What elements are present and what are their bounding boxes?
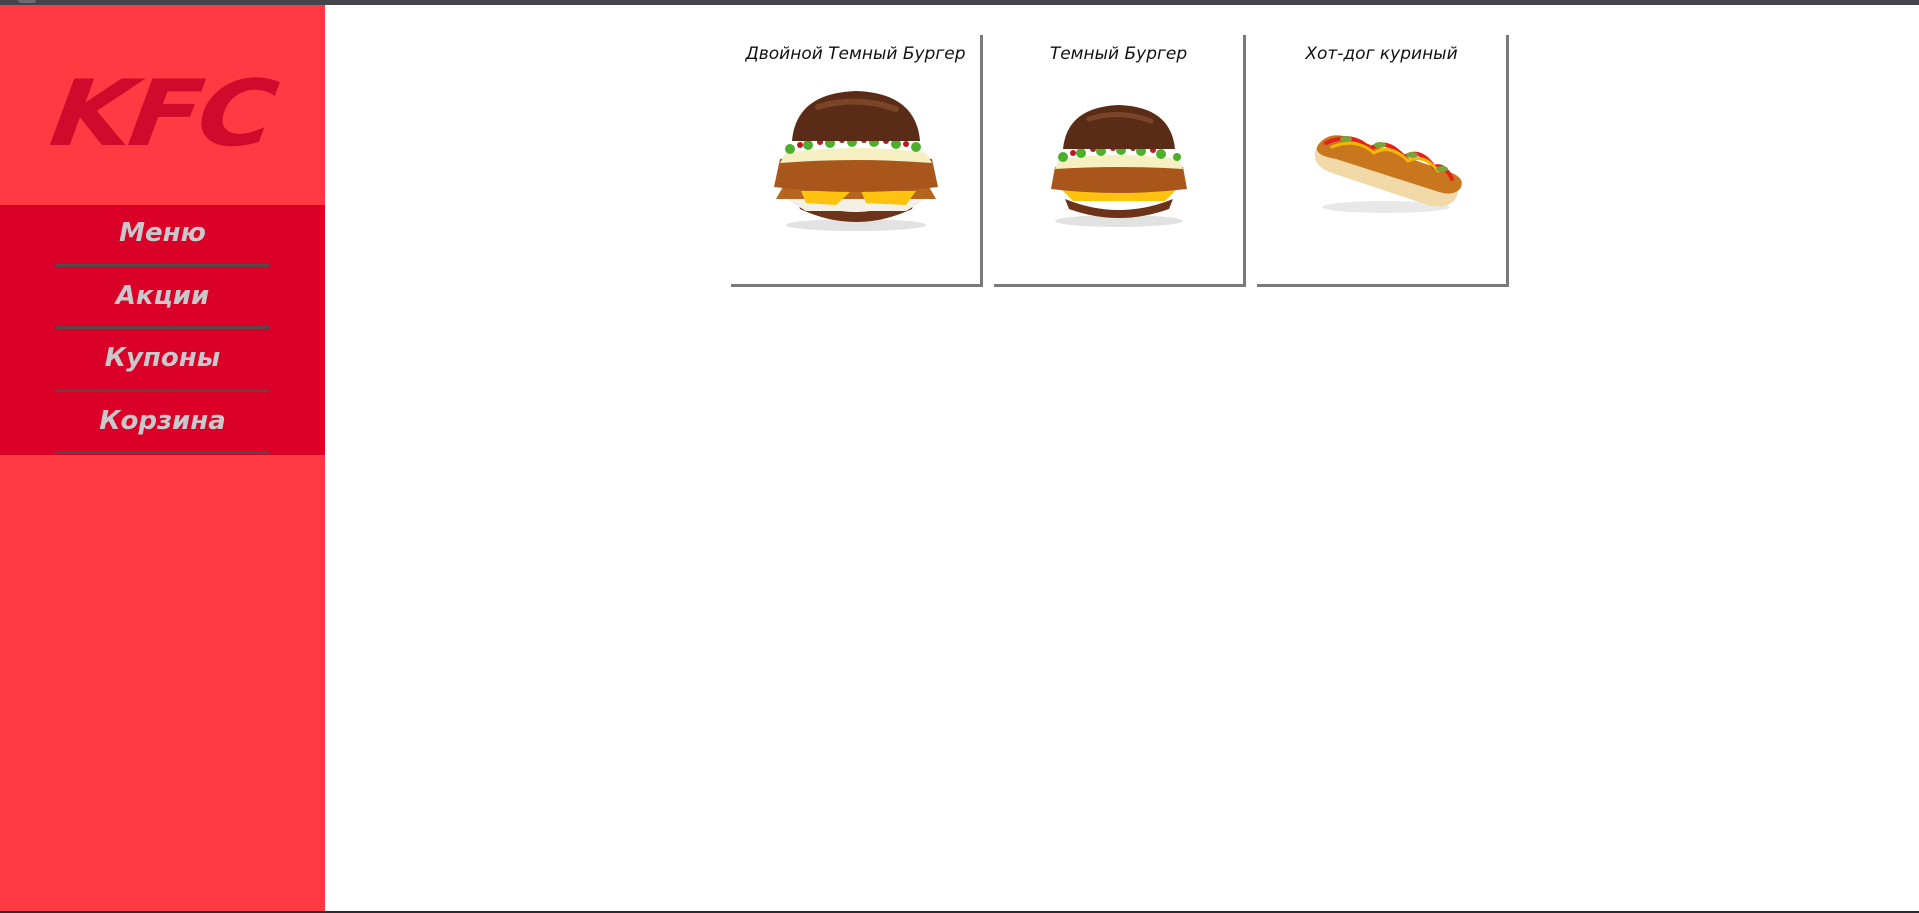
product-card-dark-burger[interactable]: Темный Бургер — [994, 35, 1246, 287]
sidebar-item-label: Акции — [115, 280, 210, 311]
sidebar-item-cart[interactable]: Корзина — [0, 393, 325, 456]
product-title: Хот-дог куриный — [1305, 44, 1458, 64]
product-grid: Двойной Темный Бургер Темный Бургер Хот-… — [731, 35, 1509, 287]
double-dark-burger-image — [731, 87, 980, 237]
sidebar-nav: Меню Акции Купоны Корзина — [0, 205, 325, 455]
logo-area[interactable]: KFC — [0, 5, 325, 205]
sidebar: KFC Меню Акции Купоны Корзина — [0, 5, 325, 911]
nav-divider — [55, 263, 269, 267]
sidebar-item-promotions[interactable]: Акции — [0, 268, 325, 331]
sidebar-item-coupons[interactable]: Купоны — [0, 330, 325, 393]
product-card-double-dark-burger[interactable]: Двойной Темный Бургер — [731, 35, 983, 287]
product-title: Двойной Темный Бургер — [745, 44, 966, 64]
nav-divider — [55, 388, 269, 392]
product-card-chicken-hotdog[interactable]: Хот-дог куриный — [1257, 35, 1509, 287]
product-title: Темный Бургер — [1049, 44, 1188, 64]
chicken-hotdog-image — [1257, 87, 1506, 237]
main-content: Двойной Темный Бургер Темный Бургер Хот-… — [325, 5, 1919, 911]
sidebar-item-label: Меню — [119, 218, 206, 249]
dark-burger-image — [994, 87, 1243, 237]
sidebar-item-label: Корзина — [99, 405, 226, 436]
nav-divider — [55, 451, 269, 454]
sidebar-item-menu[interactable]: Меню — [0, 205, 325, 268]
tab-indicator — [18, 0, 36, 3]
sidebar-item-label: Купоны — [104, 343, 221, 374]
kfc-logo[interactable]: KFC — [45, 61, 280, 167]
nav-divider — [55, 326, 269, 329]
